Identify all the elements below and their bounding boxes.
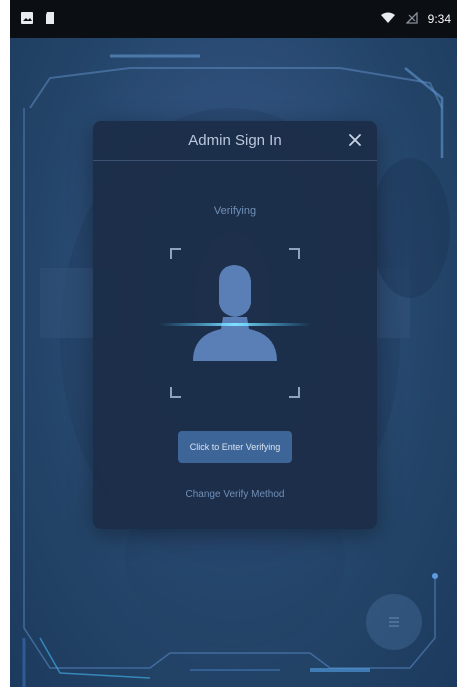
verification-screen: Admin Sign In Verifying Click to Enter V… bbox=[10, 38, 457, 687]
status-time: 9:34 bbox=[427, 12, 451, 26]
face-scan-frame bbox=[159, 245, 311, 401]
no-signal-icon bbox=[405, 10, 418, 27]
admin-sign-in-dialog: Admin Sign In Verifying Click to Enter V… bbox=[93, 121, 377, 529]
enter-verifying-button[interactable]: Click to Enter Verifying bbox=[178, 431, 292, 463]
status-right-icons: 9:34 bbox=[380, 10, 451, 27]
verifying-status: Verifying bbox=[213, 205, 257, 217]
status-bar: 9:34 bbox=[10, 0, 457, 38]
sd-card-icon bbox=[44, 11, 56, 28]
dialog-header: Admin Sign In bbox=[93, 121, 377, 161]
status-left-icons bbox=[20, 11, 56, 28]
change-verify-method-link[interactable]: Change Verify Method bbox=[93, 489, 377, 500]
dialog-title: Admin Sign In bbox=[188, 132, 282, 149]
close-icon bbox=[349, 134, 361, 146]
scan-graphic bbox=[159, 248, 311, 398]
menu-icon bbox=[389, 617, 399, 627]
close-button[interactable] bbox=[345, 130, 365, 150]
scan-line bbox=[159, 323, 311, 326]
floating-menu-button[interactable] bbox=[366, 594, 422, 650]
user-silhouette-icon bbox=[193, 265, 277, 361]
wifi-icon bbox=[380, 12, 396, 27]
image-icon bbox=[20, 11, 34, 28]
